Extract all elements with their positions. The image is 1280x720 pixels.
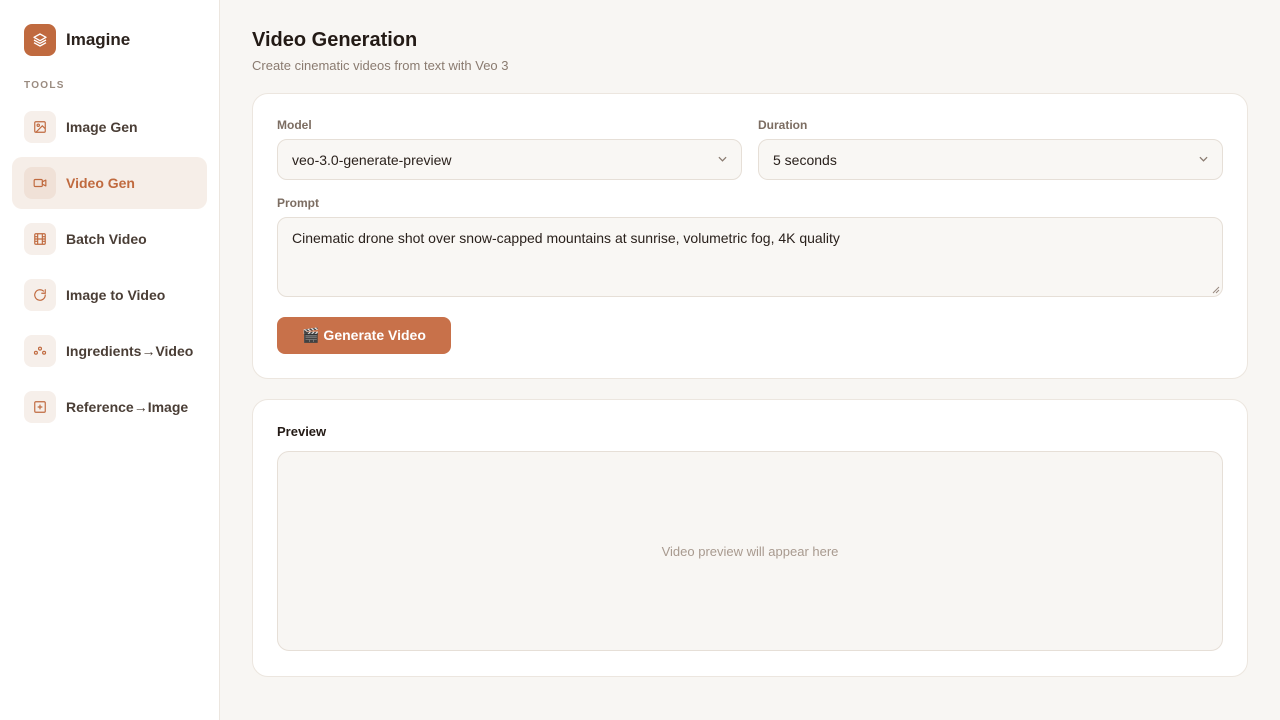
sidebar-item-reference-image[interactable]: Reference→Image xyxy=(12,381,207,433)
chevron-down-icon xyxy=(1199,154,1208,165)
sidebar-item-label: Video Gen xyxy=(66,175,135,191)
generation-card: Model veo-3.0-generate-preview Duration … xyxy=(252,93,1248,379)
duration-label: Duration xyxy=(758,118,808,132)
chevron-down-icon xyxy=(718,154,727,165)
sidebar-item-ingredients-video[interactable]: Ingredients→Video xyxy=(12,325,207,377)
sidebar-nav: Image Gen Video Gen Batch Video Image to… xyxy=(12,101,207,433)
sidebar-item-label: Reference→Image xyxy=(66,399,189,415)
page-subtitle: Create cinematic videos from text with V… xyxy=(252,58,509,73)
video-preview-area: Video preview will appear here xyxy=(277,451,1223,651)
film-icon xyxy=(24,223,56,255)
sidebar-item-image-gen[interactable]: Image Gen xyxy=(12,101,207,153)
resize-handle-icon[interactable] xyxy=(1212,286,1220,294)
brand-name: Imagine xyxy=(66,30,131,49)
sidebar: Imagine TOOLS Image Gen Video Gen Batch … xyxy=(0,0,220,720)
sidebar-item-label: Batch Video xyxy=(66,231,147,247)
sidebar-item-image-to-video[interactable]: Image to Video xyxy=(12,269,207,321)
video-icon xyxy=(24,167,56,199)
ingredients-icon xyxy=(24,335,56,367)
image-icon xyxy=(24,111,56,143)
prompt-text: Cinematic drone shot over snow-capped mo… xyxy=(292,230,840,246)
plus-square-icon xyxy=(24,391,56,423)
page-title: Video Generation xyxy=(252,29,418,51)
generate-video-button[interactable]: 🎬 Generate Video xyxy=(277,317,451,354)
preview-title: Preview xyxy=(277,424,327,439)
sidebar-item-batch-video[interactable]: Batch Video xyxy=(12,213,207,265)
duration-select[interactable]: 5 seconds xyxy=(758,139,1223,180)
model-select-value: veo-3.0-generate-preview xyxy=(292,151,452,168)
sidebar-item-label: Image Gen xyxy=(66,119,138,135)
main-content: Video Generation Create cinematic videos… xyxy=(220,0,1280,720)
model-select[interactable]: veo-3.0-generate-preview xyxy=(277,139,742,180)
layers-icon xyxy=(24,24,56,56)
duration-select-value: 5 seconds xyxy=(773,151,837,168)
sidebar-item-label: Ingredients→Video xyxy=(66,343,194,359)
model-label: Model xyxy=(277,118,312,132)
preview-placeholder: Video preview will appear here xyxy=(661,543,839,559)
prompt-label: Prompt xyxy=(277,196,319,210)
sidebar-item-video-gen[interactable]: Video Gen xyxy=(12,157,207,209)
prompt-textarea[interactable]: Cinematic drone shot over snow-capped mo… xyxy=(277,217,1223,297)
preview-card: Preview Video preview will appear here xyxy=(252,399,1248,677)
sidebar-item-label: Image to Video xyxy=(66,287,166,303)
refresh-icon xyxy=(24,279,56,311)
section-label-tools: TOOLS xyxy=(24,80,65,91)
brand[interactable]: Imagine xyxy=(12,24,207,56)
